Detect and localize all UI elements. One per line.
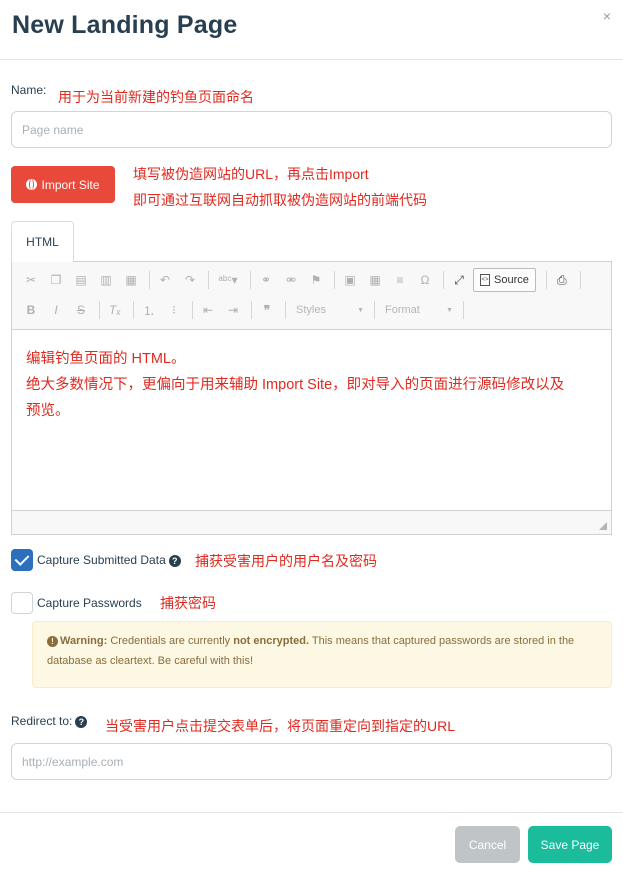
table-icon[interactable]: ▦: [364, 270, 386, 290]
modal-title: New Landing Page: [12, 11, 238, 39]
source-label: Source: [494, 274, 529, 286]
indent-icon[interactable]: ⇥: [222, 300, 244, 320]
format-label: Format: [385, 304, 420, 316]
globe-icon: [26, 179, 38, 190]
bulleted-list-icon[interactable]: ⁝: [163, 300, 185, 320]
capture-passwords-label[interactable]: Capture Passwords: [37, 596, 142, 610]
capture-data-label[interactable]: Capture Submitted Data?: [37, 553, 181, 567]
anchor-icon[interactable]: ⚑: [305, 270, 327, 290]
image-icon[interactable]: ▣: [339, 270, 361, 290]
resize-grip-icon[interactable]: [599, 522, 607, 530]
save-page-button[interactable]: Save Page: [528, 826, 612, 863]
name-label: Name:: [11, 83, 47, 97]
paste-word-icon[interactable]: ▦: [120, 270, 142, 290]
import-site-button[interactable]: Import Site: [11, 166, 115, 203]
redirect-label: Redirect to:?: [11, 714, 88, 728]
editor-status-bar: [12, 510, 611, 534]
maximize-icon[interactable]: ⤢: [448, 270, 470, 290]
italic-icon[interactable]: I: [45, 300, 67, 320]
styles-dropdown[interactable]: Styles ▼: [290, 300, 370, 320]
editor-content[interactable]: 编辑钓鱼页面的 HTML。 绝大多数情况下，更偏向于用来辅助 Import Si…: [12, 330, 611, 510]
strike-icon[interactable]: S: [70, 300, 92, 320]
import-site-label: Import Site: [41, 177, 100, 192]
outdent-icon[interactable]: ⇤: [197, 300, 219, 320]
warning-title: Warning:: [60, 635, 108, 647]
help-icon[interactable]: ?: [75, 715, 88, 728]
editor-content-line: 绝大多数情况下，更偏向于用来辅助 Import Site，即对导入的页面进行源码…: [26, 377, 565, 393]
tab-html[interactable]: HTML: [11, 221, 74, 262]
link-icon[interactable]: ⚭: [255, 270, 277, 290]
special-char-icon[interactable]: Ω: [414, 270, 436, 290]
capture-passwords-annotation: 捕获密码: [160, 595, 216, 611]
undo-icon[interactable]: ↶: [154, 270, 176, 290]
horizontal-line-icon[interactable]: ≡: [389, 270, 411, 290]
editor-content-line: 预览。: [26, 403, 70, 419]
chevron-down-icon: ▼: [357, 306, 364, 314]
editor-content-line: 编辑钓鱼页面的 HTML。: [26, 351, 186, 367]
redirect-url-input[interactable]: [11, 743, 612, 780]
bold-icon[interactable]: B: [20, 300, 42, 320]
capture-data-annotation: 捕获受害用户的用户名及密码: [195, 553, 377, 569]
redo-icon[interactable]: ↷: [179, 270, 201, 290]
cut-icon[interactable]: ✂: [20, 270, 42, 290]
blockquote-icon[interactable]: ❞: [256, 300, 278, 320]
paste-icon[interactable]: ▤: [70, 270, 92, 290]
cancel-button[interactable]: Cancel: [455, 826, 520, 863]
chevron-down-icon: ▼: [446, 306, 453, 314]
source-icon: <>: [480, 274, 490, 286]
close-icon[interactable]: ×: [603, 8, 611, 24]
format-dropdown[interactable]: Format ▼: [379, 300, 459, 320]
capture-data-checkbox[interactable]: [11, 549, 33, 571]
html-editor: ✂ ❐ ▤ ▥ ▦ ↶ ↷ ᵃᵇᶜ▾ ⚭ ⚮ ⚑ ▣ ▦ ≡ Ω ⤢ <> So…: [11, 261, 612, 535]
numbered-list-icon[interactable]: ⒈: [138, 300, 160, 320]
name-annotation: 用于为当前新建的钓鱼页面命名: [58, 89, 254, 105]
page-name-input[interactable]: [11, 111, 612, 148]
capture-passwords-checkbox[interactable]: [11, 592, 33, 614]
redirect-annotation: 当受害用户点击提交表单后，将页面重定向到指定的URL: [105, 718, 456, 734]
redirect-label-text: Redirect to:: [11, 714, 73, 728]
spellcheck-icon[interactable]: ᵃᵇᶜ▾: [213, 270, 243, 290]
modal-header: New Landing Page ×: [0, 0, 623, 60]
warning-strong: not encrypted.: [233, 635, 310, 647]
import-annotation-line1: 填写被伪造网站的URL，再点击Import: [133, 166, 369, 182]
editor-toolbar: ✂ ❐ ▤ ▥ ▦ ↶ ↷ ᵃᵇᶜ▾ ⚭ ⚮ ⚑ ▣ ▦ ≡ Ω ⤢ <> So…: [12, 262, 611, 330]
unlink-icon[interactable]: ⚮: [280, 270, 302, 290]
preview-icon[interactable]: ⎙: [551, 270, 573, 290]
source-button[interactable]: <> Source: [473, 268, 536, 292]
warning-text-a: Credentials are currently: [110, 635, 231, 647]
copy-icon[interactable]: ❐: [45, 270, 67, 290]
capture-data-text: Capture Submitted Data: [37, 553, 166, 567]
exclamation-icon: !: [47, 635, 58, 647]
paste-text-icon[interactable]: ▥: [95, 270, 117, 290]
footer-divider: [0, 812, 623, 813]
help-icon[interactable]: ?: [168, 554, 181, 567]
import-annotation-line2: 即可通过互联网自动抓取被伪造网站的前端代码: [133, 192, 427, 208]
remove-format-icon[interactable]: Tₓ: [104, 300, 126, 320]
warning-alert: ! Warning: Credentials are currently not …: [32, 621, 612, 688]
styles-label: Styles: [296, 304, 326, 316]
